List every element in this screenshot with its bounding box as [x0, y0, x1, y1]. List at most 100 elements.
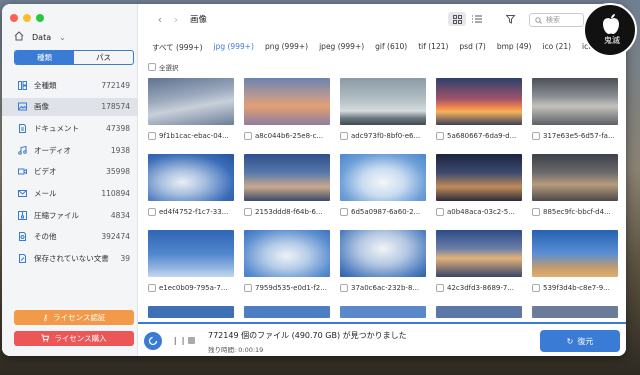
file-name: 9f1b1cac-ebac-04...: [159, 132, 229, 140]
thumbnail-image: [244, 230, 330, 277]
thumbnail-caption: 5a680667-6da9-d...: [436, 132, 526, 140]
file-name: 539f3d4b-c8e7-9...: [543, 284, 610, 292]
audio-icon: [17, 145, 27, 155]
thumbnail-card[interactable]: 7959d535-e0d1-f2...: [244, 230, 334, 292]
spinner-icon: [148, 336, 158, 346]
sidebar-item-document[interactable]: ドキュメント 47398: [2, 119, 138, 137]
search-placeholder: 検索: [546, 16, 560, 24]
thumbnail-caption: a8c044b6-25e8-c...: [244, 132, 334, 140]
pause-button[interactable]: ❙❙: [172, 336, 187, 345]
remaining-time: 残り時間: 0:00:19: [208, 346, 264, 354]
item-checkbox[interactable]: [436, 284, 444, 292]
tab-bmp[interactable]: bmp (49): [497, 42, 532, 53]
tab-by-type[interactable]: 種類: [15, 51, 74, 64]
item-checkbox[interactable]: [148, 208, 156, 216]
thumbnail-card[interactable]: [340, 306, 430, 318]
item-checkbox[interactable]: [148, 284, 156, 292]
thumbnail-card[interactable]: ed4f4752-f1c7-33...: [148, 154, 238, 216]
tab-ico[interactable]: ico (21): [542, 42, 571, 53]
thumbnail-card[interactable]: 885ec9fc-bbcf-d4...: [532, 154, 622, 216]
thumbnail-card[interactable]: 9f1b1cac-ebac-04...: [148, 78, 238, 140]
item-checkbox[interactable]: [148, 132, 156, 140]
thumbnail-card[interactable]: e1ec0b09-795a-7...: [148, 230, 238, 292]
item-checkbox[interactable]: [340, 132, 348, 140]
sidebar-item-other[interactable]: その他 392474: [2, 228, 138, 246]
thumbnail-card[interactable]: 5a680667-6da9-d...: [436, 78, 526, 140]
tab-jpg[interactable]: jpg (999+): [214, 42, 254, 53]
thumbnail-card[interactable]: [244, 306, 334, 318]
thumbnail-image: [244, 306, 330, 318]
thumbnail-card[interactable]: [148, 306, 238, 318]
file-name: 7959d535-e0d1-f2...: [255, 284, 327, 292]
sidebar-item-count: 178574: [101, 102, 130, 112]
thumbnail-image: [436, 154, 522, 201]
item-checkbox[interactable]: [532, 208, 540, 216]
thumbnail-card[interactable]: [436, 306, 526, 318]
item-checkbox[interactable]: [340, 284, 348, 292]
thumbnail-image: [340, 230, 426, 277]
filter-icon: [506, 14, 516, 24]
back-button[interactable]: ‹: [152, 13, 168, 26]
thumbnail-card[interactable]: adc973f0-8bf0-e6...: [340, 78, 430, 140]
image-icon: [17, 102, 27, 112]
thumbnail-card[interactable]: a8c044b6-25e8-c...: [244, 78, 334, 140]
item-checkbox[interactable]: [244, 208, 252, 216]
restore-button[interactable]: ↻ 復元: [540, 330, 620, 352]
file-name: e1ec0b09-795a-7...: [159, 284, 228, 292]
search-input[interactable]: 検索: [529, 13, 584, 27]
thumbnail-card[interactable]: 539f3d4b-c8e7-9...: [532, 230, 622, 292]
select-all[interactable]: 全選択: [148, 62, 179, 72]
thumbnail-card[interactable]: 42c3dfd3-8689-7...: [436, 230, 526, 292]
archive-icon: [17, 210, 27, 220]
sidebar-item-audio[interactable]: オーディオ 1938: [2, 141, 138, 159]
license-buy-button[interactable]: ライセンス購入: [14, 331, 134, 346]
select-all-label: 全選択: [159, 64, 179, 72]
tab-psd[interactable]: psd (7): [459, 42, 485, 53]
thumbnail-caption: 6d5a0987-6a60-2...: [340, 208, 430, 216]
item-checkbox[interactable]: [244, 284, 252, 292]
list-view-button[interactable]: [468, 12, 486, 26]
forward-button[interactable]: ›: [168, 13, 184, 26]
item-checkbox[interactable]: [532, 284, 540, 292]
tab-all[interactable]: すべて (999+): [152, 42, 203, 53]
sidebar-item-all[interactable]: 全種類 772149: [2, 76, 138, 94]
search-icon: [535, 16, 542, 24]
thumbnail-image: [340, 306, 426, 318]
close-window-button[interactable]: [10, 14, 18, 22]
sidebar-item-count: 772149: [101, 80, 130, 90]
drive-selector[interactable]: Data ⌄: [14, 31, 66, 43]
tab-tif[interactable]: tif (121): [418, 42, 448, 53]
thumbnail-caption: 9f1b1cac-ebac-04...: [148, 132, 238, 140]
stop-button[interactable]: [188, 337, 195, 344]
sidebar-item-mail[interactable]: メール 110894: [2, 184, 138, 202]
minimize-window-button[interactable]: [23, 14, 31, 22]
license-activate-button[interactable]: ⚷ ライセンス認証: [14, 310, 134, 325]
zoom-window-button[interactable]: [36, 14, 44, 22]
scan-progress-button[interactable]: [144, 332, 162, 350]
sidebar-item-unsaved[interactable]: 保存されていない文書 39: [2, 250, 138, 268]
tab-png[interactable]: png (999+): [265, 42, 308, 53]
license-buy-label: ライセンス購入: [54, 334, 107, 343]
item-checkbox[interactable]: [244, 132, 252, 140]
grid-view-button[interactable]: [448, 12, 466, 26]
item-checkbox[interactable]: [340, 208, 348, 216]
thumbnail-card[interactable]: 6d5a0987-6a60-2...: [340, 154, 430, 216]
item-checkbox[interactable]: [436, 132, 444, 140]
select-all-checkbox[interactable]: [148, 63, 156, 71]
tab-by-path[interactable]: パス: [74, 51, 133, 64]
sidebar-item-archive[interactable]: 圧縮ファイル 4834: [2, 206, 138, 224]
thumbnail-card[interactable]: 317e63e5-6d57-fa...: [532, 78, 622, 140]
thumbnail-card[interactable]: 2153ddd8-f64b-6...: [244, 154, 334, 216]
tab-jpeg[interactable]: jpeg (999+): [319, 42, 364, 53]
sidebar-item-video[interactable]: ビデオ 35998: [2, 163, 138, 181]
thumbnail-card[interactable]: [532, 306, 622, 318]
category-list: 全種類 772149 画像 178574 ドキュメント 47398 オーディオ …: [2, 76, 138, 271]
thumbnail-card[interactable]: 37a0c6ac-232b-8...: [340, 230, 430, 292]
item-checkbox[interactable]: [436, 208, 444, 216]
tab-gif[interactable]: gif (610): [375, 42, 407, 53]
thumbnail-image: [244, 78, 330, 125]
filter-button[interactable]: [502, 12, 520, 26]
item-checkbox[interactable]: [532, 132, 540, 140]
sidebar-item-image[interactable]: 画像 178574: [2, 97, 138, 116]
thumbnail-card[interactable]: a0b48aca-03c2-5...: [436, 154, 526, 216]
